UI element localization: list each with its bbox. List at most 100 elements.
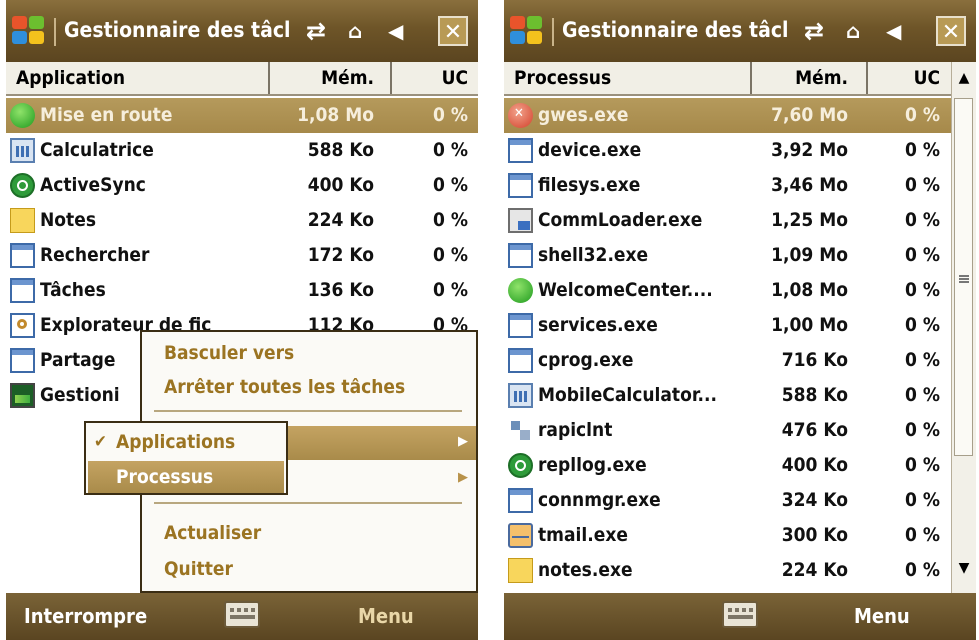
table-row[interactable]: rapiclnt 476 Ko 0 % — [504, 413, 951, 448]
table-row[interactable]: services.exe 1,00 Mo 0 % — [504, 308, 951, 343]
row-memory: 1,09 Mo — [771, 244, 848, 266]
column-divider[interactable] — [390, 62, 392, 94]
window-title: Gestionnaire des tâcl — [64, 18, 291, 42]
table-row[interactable]: notes.exe 224 Ko 0 % — [504, 553, 951, 588]
softkey-right-menu[interactable]: Menu — [854, 593, 910, 640]
row-cpu: 0 % — [905, 489, 940, 511]
row-memory: 136 Ko — [307, 279, 374, 301]
table-row[interactable]: connmgr.exe 324 Ko 0 % — [504, 483, 951, 518]
check-icon: ✔ — [94, 432, 107, 452]
column-divider[interactable] — [866, 62, 868, 94]
row-cpu: 0 % — [433, 279, 468, 301]
table-row[interactable]: tmail.exe 300 Ko 0 % — [504, 518, 951, 553]
sync-icon — [10, 173, 35, 198]
table-row[interactable]: Mise en route 1,08 Mo 0 % — [6, 98, 478, 133]
column-mem-header[interactable]: Mém. — [772, 62, 848, 94]
volume-icon[interactable]: ◀ — [388, 14, 403, 48]
network-icon[interactable]: ⇄ — [804, 14, 824, 48]
search-folder-icon — [10, 313, 35, 338]
table-row[interactable]: Calculatrice 588 Ko 0 % — [6, 133, 478, 168]
column-cpu-header[interactable]: UC — [878, 62, 940, 94]
close-button[interactable]: ✕ — [936, 16, 966, 46]
title-bar: Gestionnaire des tâcl ⇄ ⌂ ◀ ✕ — [6, 0, 478, 62]
column-name-header[interactable]: Processus — [514, 62, 611, 94]
row-cpu: 0 % — [433, 139, 468, 161]
menu-item-quit[interactable]: Quitter — [164, 552, 233, 586]
row-name: tmail.exe — [538, 524, 628, 546]
window-icon — [508, 313, 533, 338]
row-name: CommLoader.exe — [538, 209, 703, 231]
menu-item-refresh[interactable]: Actualiser — [164, 516, 261, 550]
window-icon — [10, 278, 35, 303]
start-button[interactable] — [510, 16, 544, 46]
volume-icon[interactable]: ◀ — [886, 14, 901, 48]
table-row[interactable]: repllog.exe 400 Ko 0 % — [504, 448, 951, 483]
row-memory: 1,08 Mo — [297, 104, 374, 126]
menu-item-switch-to[interactable]: Basculer vers — [164, 336, 294, 370]
scroll-up-arrow-icon[interactable]: ▲ — [952, 62, 976, 94]
title-bar: Gestionnaire des tâcl ⇄ ⌂ ◀ ✕ — [504, 0, 976, 62]
sync-status-icon[interactable]: ⌂ — [846, 14, 860, 48]
rapi-icon — [508, 418, 533, 443]
menu-item-stop-all[interactable]: Arrêter toutes les tâches — [164, 370, 405, 404]
row-cpu: 0 % — [905, 104, 940, 126]
table-row[interactable]: shell32.exe 1,09 Mo 0 % — [504, 238, 951, 273]
softkey-bar: Menu — [504, 593, 976, 640]
menu-separator — [154, 502, 462, 504]
row-name: Tâches — [40, 279, 106, 301]
scroll-down-arrow-icon[interactable]: ▼ — [952, 552, 976, 584]
table-row[interactable]: MobileCalculator... 588 Ko 0 % — [504, 378, 951, 413]
comm-icon — [508, 208, 533, 233]
column-divider[interactable] — [268, 62, 270, 94]
column-mem-header[interactable]: Mém. — [302, 62, 374, 94]
table-row[interactable]: Notes 224 Ko 0 % — [6, 203, 478, 238]
row-name: notes.exe — [538, 559, 633, 581]
row-cpu: 0 % — [905, 209, 940, 231]
keyboard-icon[interactable] — [224, 601, 260, 628]
table-row[interactable]: device.exe 3,92 Mo 0 % — [504, 133, 951, 168]
vertical-scrollbar[interactable]: ▲ ▼ — [951, 62, 976, 593]
table-row[interactable]: filesys.exe 3,46 Mo 0 % — [504, 168, 951, 203]
sync-status-icon[interactable]: ⌂ — [348, 14, 362, 48]
table-row[interactable]: WelcomeCenter.... 1,08 Mo 0 % — [504, 273, 951, 308]
column-name-header[interactable]: Application — [16, 62, 125, 94]
table-row[interactable]: gwes.exe 7,60 Mo 0 % — [504, 96, 951, 133]
softkey-left-interrupt[interactable]: Interrompre — [24, 593, 147, 640]
table-row[interactable]: CommLoader.exe 1,25 Mo 0 % — [504, 203, 951, 238]
keyboard-icon[interactable] — [722, 601, 758, 628]
menu-item-view-highlighted[interactable] — [288, 426, 476, 460]
column-divider[interactable] — [750, 62, 752, 94]
column-cpu-header[interactable]: UC — [414, 62, 468, 94]
table-row[interactable]: cprog.exe 716 Ko 0 % — [504, 343, 951, 378]
row-memory: 224 Ko — [781, 559, 848, 581]
grip-icon — [959, 275, 969, 283]
table-row[interactable]: Rechercher 172 Ko 0 % — [6, 238, 478, 273]
softkey-right-menu[interactable]: Menu — [358, 593, 414, 640]
table-row[interactable]: Tâches 136 Ko 0 % — [6, 273, 478, 308]
error-icon — [508, 96, 533, 131]
row-cpu: 0 % — [905, 139, 940, 161]
row-memory: 3,92 Mo — [771, 139, 848, 161]
row-memory: 588 Ko — [781, 384, 848, 406]
row-name: ActiveSync — [40, 174, 146, 196]
submenu-arrow-icon: ▶ — [458, 470, 468, 485]
row-cpu: 0 % — [905, 349, 940, 371]
row-cpu: 0 % — [905, 279, 940, 301]
row-cpu: 0 % — [433, 174, 468, 196]
start-button[interactable] — [12, 16, 46, 46]
network-icon[interactable]: ⇄ — [306, 14, 326, 48]
submenu-item-processes[interactable]: Processus — [116, 460, 213, 494]
window-title: Gestionnaire des tâcl — [562, 18, 789, 42]
row-name: gwes.exe — [538, 104, 629, 126]
row-memory: 300 Ko — [781, 524, 848, 546]
table-row[interactable]: ActiveSync 400 Ko 0 % — [6, 168, 478, 203]
close-button[interactable]: ✕ — [438, 16, 468, 46]
row-cpu: 0 % — [905, 524, 940, 546]
row-memory: 1,00 Mo — [771, 314, 848, 336]
row-name: device.exe — [538, 139, 642, 161]
row-cpu: 0 % — [905, 174, 940, 196]
submenu-item-applications[interactable]: Applications — [116, 425, 235, 459]
row-name: Notes — [40, 209, 96, 231]
window-icon — [508, 138, 533, 163]
scroll-thumb[interactable] — [954, 98, 973, 456]
